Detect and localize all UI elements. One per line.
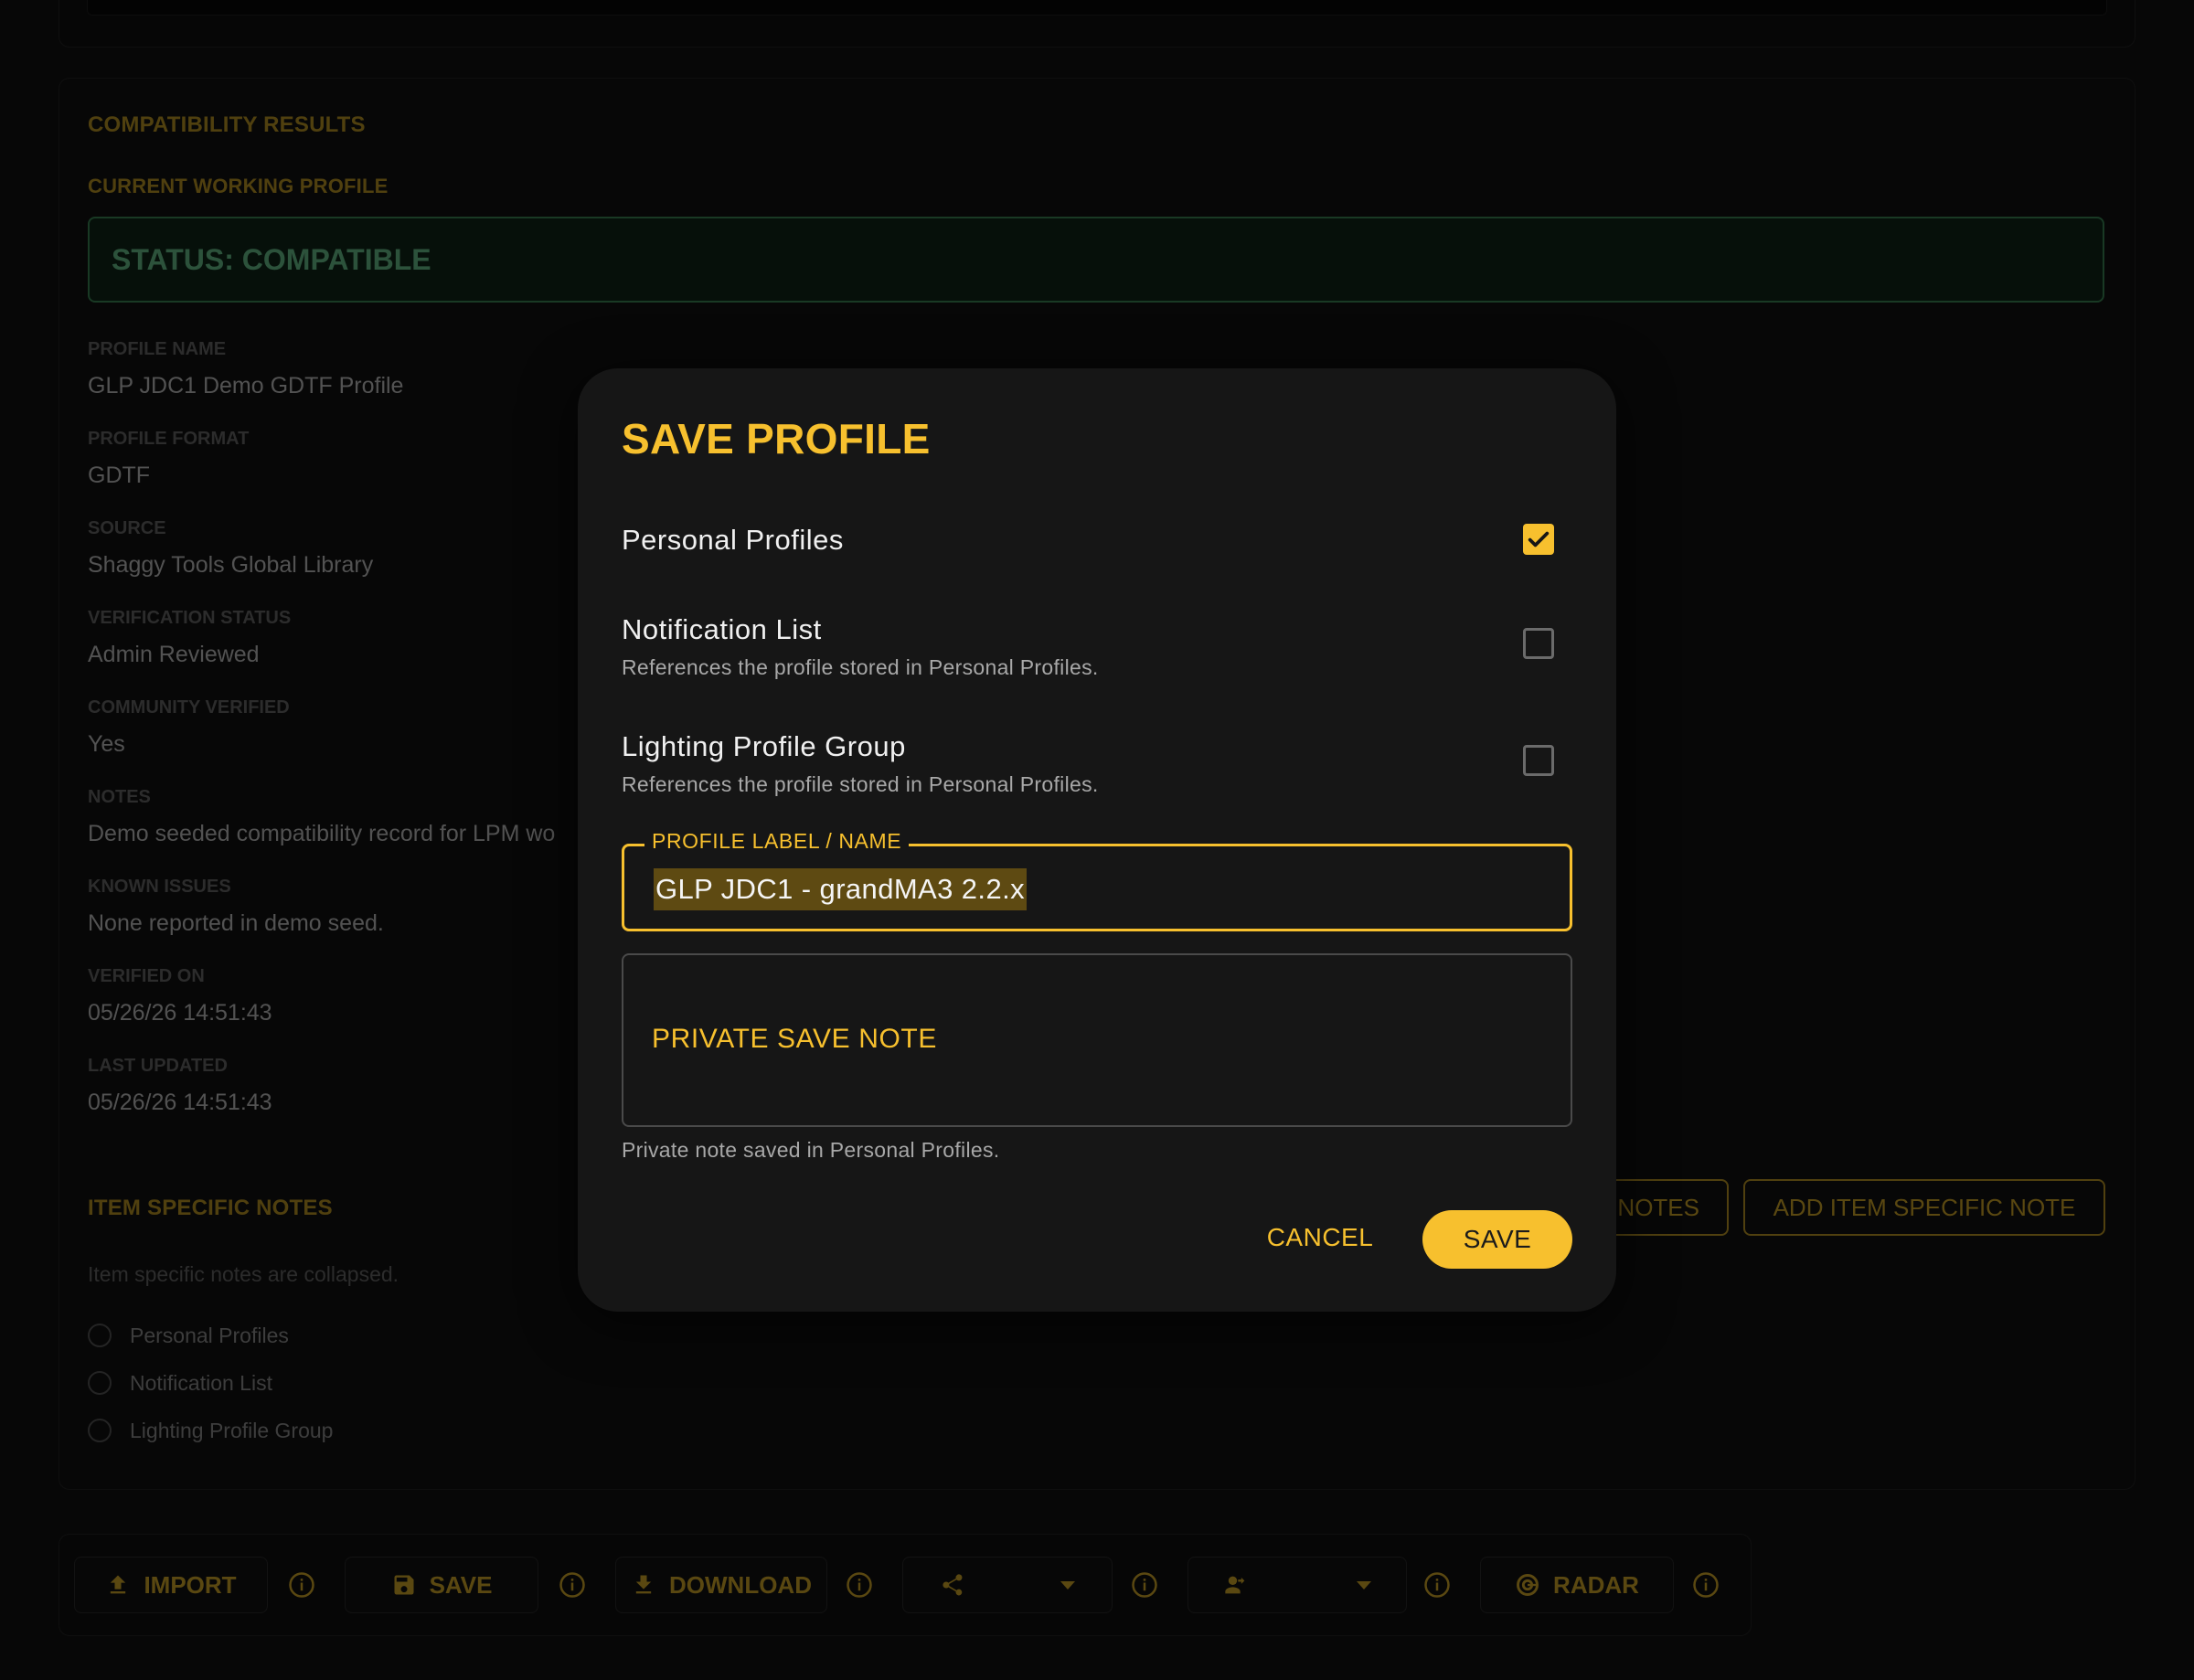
option-title: Lighting Profile Group xyxy=(622,730,906,762)
note-helper-text: Private note saved in Personal Profiles. xyxy=(622,1138,1000,1162)
private-save-note-field[interactable]: PRIVATE SAVE NOTE xyxy=(622,953,1572,1127)
profile-label-field[interactable]: PROFILE LABEL / NAME GLP JDC1 - grandMA3… xyxy=(622,829,1572,931)
save-button[interactable]: SAVE xyxy=(1422,1210,1572,1269)
save-profile-dialog: SAVE PROFILE Personal Profiles Notificat… xyxy=(578,368,1616,1312)
checkbox-unchecked[interactable] xyxy=(1523,745,1554,776)
option-lighting-profile-group[interactable]: Lighting Profile Group References the pr… xyxy=(622,730,1572,797)
checkbox-unchecked[interactable] xyxy=(1523,628,1554,659)
option-title: Notification List xyxy=(622,613,822,645)
option-notification-list[interactable]: Notification List References the profile… xyxy=(622,613,1572,680)
checkbox-checked[interactable] xyxy=(1523,524,1554,555)
cancel-button[interactable]: CANCEL xyxy=(1265,1210,1375,1265)
option-subtitle: References the profile stored in Persona… xyxy=(622,772,1099,796)
option-title: Personal Profiles xyxy=(622,524,844,556)
option-subtitle: References the profile stored in Persona… xyxy=(622,655,1099,679)
profile-label-input[interactable]: GLP JDC1 - grandMA3 2.2.x xyxy=(654,868,1027,910)
option-personal-profiles[interactable]: Personal Profiles xyxy=(622,524,1572,557)
dialog-title: SAVE PROFILE xyxy=(622,415,931,463)
profile-label-legend: PROFILE LABEL / NAME xyxy=(644,829,910,854)
checkmark-icon xyxy=(1528,531,1550,548)
private-save-note-placeholder: PRIVATE SAVE NOTE xyxy=(652,1024,937,1054)
